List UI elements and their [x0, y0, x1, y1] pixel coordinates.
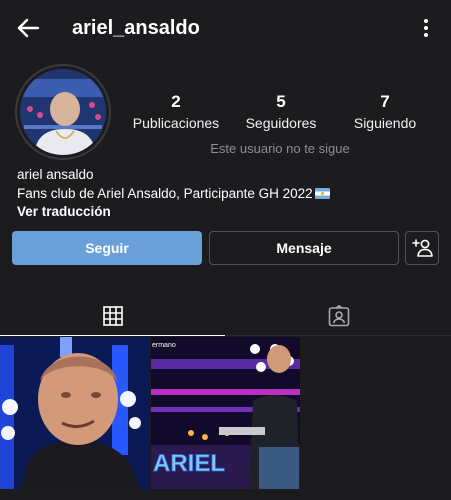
- vertical-dots-icon[interactable]: [419, 14, 433, 42]
- bio-description-line: Fans club de Ariel Ansaldo, Participante…: [17, 185, 330, 204]
- followers-count[interactable]: 5 Seguidores: [240, 92, 322, 134]
- posts-count-label: Publicaciones: [132, 115, 220, 131]
- top-bar: ariel_ansaldo: [0, 0, 451, 56]
- profile-tabs: [0, 296, 451, 336]
- posts-count-value: 2: [171, 92, 181, 111]
- following-count-value: 7: [380, 92, 390, 111]
- post-thumbnail[interactable]: [0, 337, 149, 489]
- arrow-left-icon[interactable]: [14, 14, 42, 42]
- profile-username: ariel_ansaldo: [72, 17, 200, 39]
- avatar[interactable]: [15, 64, 111, 160]
- suggest-users-button[interactable]: [405, 231, 439, 265]
- grid-icon: [102, 305, 123, 326]
- post-thumbnail[interactable]: ARIEL ermano: [151, 337, 300, 489]
- follow-status-text: Este usuario no te sigue: [210, 141, 350, 156]
- post-overlay-text: ARIEL: [153, 450, 225, 477]
- following-count-label: Siguiendo: [353, 115, 417, 131]
- followers-count-value: 5: [276, 92, 286, 111]
- message-button[interactable]: Mensaje: [209, 231, 399, 265]
- following-count[interactable]: 7 Siguiendo: [347, 92, 423, 134]
- see-translation-link[interactable]: Ver traducción: [17, 203, 330, 222]
- profile-bio: ariel ansaldo Fans club de Ariel Ansaldo…: [17, 166, 330, 222]
- tab-posts-grid[interactable]: [0, 296, 225, 336]
- posts-grid: ARIEL ermano: [0, 337, 451, 500]
- bio-description: Fans club de Ariel Ansaldo, Participante…: [17, 185, 313, 201]
- bio-name: ariel ansaldo: [17, 167, 94, 182]
- avatar-image: [20, 69, 106, 155]
- tagged-icon: [328, 304, 349, 326]
- followers-count-label: Seguidores: [245, 115, 317, 131]
- add-person-icon: [412, 239, 433, 257]
- argentina-flag-icon: [314, 187, 330, 199]
- posts-count[interactable]: 2 Publicaciones: [130, 92, 222, 134]
- tab-tagged[interactable]: [226, 296, 451, 336]
- follow-button[interactable]: Seguir: [12, 231, 202, 265]
- post-corner-text: ermano: [152, 342, 176, 349]
